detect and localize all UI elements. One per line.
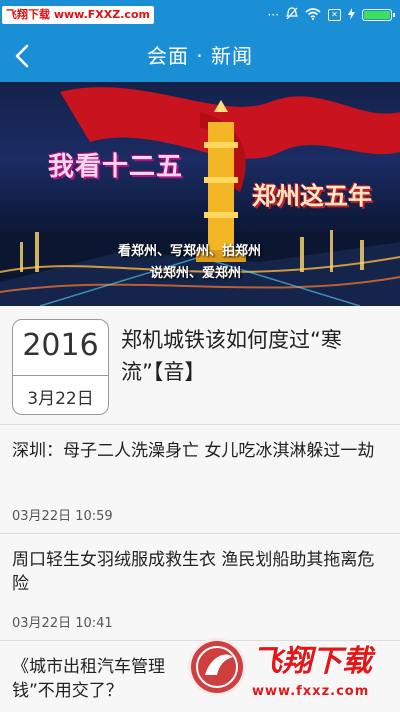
date-badge: 2016 3月22日 <box>12 319 109 415</box>
wifi-icon <box>305 7 321 23</box>
banner-headline-right: 郑州这五年 <box>252 182 372 210</box>
banner-slogan-line2: 说郑州、爱郑州 <box>150 266 242 281</box>
sim-disabled-icon: ✕ <box>328 9 341 21</box>
featured-article[interactable]: 2016 3月22日 郑机城铁该如何度过“寒流”【音】 <box>0 306 400 424</box>
watermark-top: 飞翔下载 www.FXXZ.com <box>2 6 154 24</box>
watermark-logo-text: 飞翔下载 <box>252 644 372 679</box>
news-title: 深圳：母子二人洗澡身亡 女儿吃冰淇淋躲过一劫 <box>12 441 375 461</box>
date-day: 3月22日 <box>27 389 94 409</box>
more-icon: ··· <box>267 8 279 22</box>
news-list-item[interactable]: 深圳：母子二人洗澡身亡 女儿吃冰淇淋躲过一劫 03月22日 10:59 <box>0 425 400 533</box>
featured-title: 郑机城铁该如何度过“寒流”【音】 <box>121 328 342 384</box>
watermark-logo: 飞翔下载 www.fxxz.com <box>188 634 400 712</box>
page-title: 会面 · 新闻 <box>146 44 254 68</box>
news-time: 03月22日 10:41 <box>12 616 113 631</box>
watermark-url: www.fxxz.com <box>252 684 370 699</box>
app-header: 会面 · 新闻 <box>0 30 400 82</box>
date-year: 2016 <box>22 328 99 363</box>
status-bar: 飞翔下载 www.FXXZ.com ··· ✕ <box>0 0 400 30</box>
date-divider <box>13 375 108 376</box>
banner-slogan-line1: 看郑州、写郑州、拍郑州 <box>118 244 262 259</box>
news-list-item[interactable]: 周口轻生女羽绒服成救生衣 渔民划船助其拖离危险 03月22日 10:41 <box>0 534 400 640</box>
watermark-circle-icon <box>188 638 246 696</box>
mute-icon <box>285 7 299 23</box>
banner-image[interactable]: 我看十二五 郑州这五年 看郑州、写郑州、拍郑州 说郑州、爱郑州 <box>0 82 400 306</box>
charging-icon <box>348 7 355 23</box>
news-time: 03月22日 10:59 <box>12 509 113 524</box>
banner-headline-left: 我看十二五 <box>48 152 184 182</box>
news-title: 周口轻生女羽绒服成救生衣 渔民划船助其拖离危险 <box>12 550 375 594</box>
status-icons: ··· ✕ <box>267 7 395 23</box>
news-title: 《城市出租汽车管理 <box>12 657 165 677</box>
battery-icon <box>362 9 395 21</box>
